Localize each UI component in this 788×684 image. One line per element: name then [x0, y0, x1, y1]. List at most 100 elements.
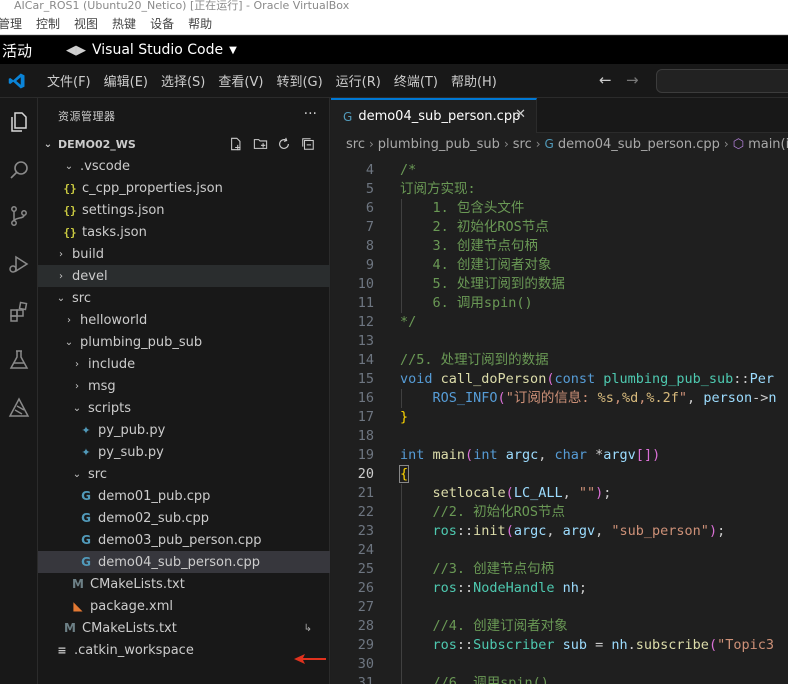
collapse-all-icon[interactable] — [300, 136, 316, 152]
run-debug-icon[interactable] — [0, 246, 38, 282]
tree-file-demo03[interactable]: G demo03_pub_person.cpp — [38, 529, 330, 551]
tree-file-py-pub[interactable]: ✦ py_pub.py — [38, 419, 330, 441]
vbox-menu-control[interactable]: 控制 — [36, 15, 60, 32]
source-control-icon[interactable] — [0, 198, 38, 234]
refresh-icon[interactable] — [276, 136, 292, 152]
code-line[interactable]: 18 — [331, 427, 788, 446]
menu-edit[interactable]: 编辑(E) — [104, 71, 148, 90]
menu-run[interactable]: 运行(R) — [336, 71, 381, 90]
tree-file-tasks[interactable]: {} tasks.json — [38, 221, 330, 243]
code-line[interactable]: 4 /* — [331, 161, 788, 180]
tree-folder-src[interactable]: ⌄ src — [38, 287, 330, 309]
code-text: 6. 调用spin() — [400, 295, 533, 311]
code-line[interactable]: 8 3. 创建节点句柄 — [331, 237, 788, 256]
tree-file-catkin-workspace[interactable]: ≡ .catkin_workspace — [38, 639, 330, 661]
code-line[interactable]: 7 2. 初始化ROS节点 — [331, 218, 788, 237]
forward-arrow-icon[interactable]: → — [626, 71, 639, 89]
tree-folder-scripts[interactable]: ⌄ scripts — [38, 397, 330, 419]
code-line[interactable]: 29 ros::Subscriber sub = nh.subscribe("T… — [331, 636, 788, 655]
code-line[interactable]: 10 5. 处理订阅到的数据 — [331, 275, 788, 294]
code-line[interactable]: 26 ros::NodeHandle nh; — [331, 579, 788, 598]
indent-guide — [401, 389, 402, 408]
vbox-menu-manage[interactable]: 管理 — [0, 15, 22, 32]
menu-selection[interactable]: 选择(S) — [161, 71, 205, 90]
code-line[interactable]: 19 int main(int argc, char *argv[]) — [331, 446, 788, 465]
tree-folder-build[interactable]: › build — [38, 243, 330, 265]
menu-go[interactable]: 转到(G) — [276, 71, 322, 90]
explorer-icon[interactable] — [0, 104, 38, 140]
code-text: void call_doPerson(const plumbing_pub_su… — [400, 371, 774, 387]
back-arrow-icon[interactable]: ← — [599, 71, 612, 89]
tree-folder-helloworld[interactable]: › helloworld — [38, 309, 330, 331]
line-number: 28 — [357, 618, 374, 634]
tree-file-demo04[interactable]: G demo04_sub_person.cpp — [38, 551, 330, 573]
tree-item-label: CMakeLists.txt — [90, 576, 185, 592]
chevron-right-icon: › — [535, 137, 541, 151]
activities-button[interactable]: 活动 — [2, 40, 62, 61]
tree-file-cmakelists-root[interactable]: M CMakeLists.txt ↳ — [38, 617, 330, 639]
code-line[interactable]: 28 //4. 创建订阅者对象 — [331, 617, 788, 636]
vbox-menu-hotkeys[interactable]: 热键 — [112, 15, 136, 32]
code-line[interactable]: 11 6. 调用spin() — [331, 294, 788, 313]
code-line[interactable]: 16 ROS_INFO("订阅的信息: %s,%d,%.2f", person-… — [331, 389, 788, 408]
tree-file-demo02[interactable]: G demo02_sub.cpp — [38, 507, 330, 529]
tree-file-demo01[interactable]: G demo01_pub.cpp — [38, 485, 330, 507]
code-line[interactable]: 30 — [331, 655, 788, 674]
vbox-menu-help[interactable]: 帮助 — [188, 15, 212, 32]
breadcrumb-item[interactable]: src — [346, 137, 365, 152]
more-actions-icon[interactable]: ··· — [304, 106, 317, 122]
tab-demo04-sub-person[interactable]: G demo04_sub_person.cpp ✕ — [331, 98, 537, 133]
tree-folder-src-inner[interactable]: ⌄ src — [38, 463, 330, 485]
tree-file-c-cpp-properties[interactable]: {} c_cpp_properties.json — [38, 177, 330, 199]
search-icon[interactable] — [0, 152, 38, 188]
tree-item-label: c_cpp_properties.json — [82, 180, 223, 196]
code-line[interactable]: 24 — [331, 541, 788, 560]
menu-help[interactable]: 帮助(H) — [451, 71, 497, 90]
testing-icon[interactable] — [0, 342, 38, 378]
code-line[interactable]: 5 订阅方实现: — [331, 180, 788, 199]
code-line[interactable]: 20 { — [331, 465, 788, 484]
ros-icon[interactable] — [0, 390, 38, 426]
code-line[interactable]: 14 //5. 处理订阅到的数据 — [331, 351, 788, 370]
tree-folder-vscode[interactable]: ⌄ .vscode — [38, 155, 330, 177]
vbox-menu-devices[interactable]: 设备 — [150, 15, 174, 32]
code-line[interactable]: 13 — [331, 332, 788, 351]
breadcrumb-item[interactable]: main(in — [748, 137, 788, 152]
code-line[interactable]: 12 */ — [331, 313, 788, 332]
menu-view[interactable]: 查看(V) — [218, 71, 263, 90]
menu-file[interactable]: 文件(F) — [47, 71, 91, 90]
tree-folder-msg[interactable]: › msg — [38, 375, 330, 397]
code-line[interactable]: 17} — [331, 408, 788, 427]
code-line[interactable]: 22 //2. 初始化ROS节点 — [331, 503, 788, 522]
new-folder-icon[interactable] — [252, 136, 268, 152]
code-line[interactable]: 15 void call_doPerson(const plumbing_pub_… — [331, 370, 788, 389]
tree-file-package-xml[interactable]: ◣ package.xml — [38, 595, 330, 617]
tree-folder-include[interactable]: › include — [38, 353, 330, 375]
tree-folder-devel[interactable]: › devel — [38, 265, 330, 287]
code-line[interactable]: 9 4. 创建订阅者对象 — [331, 256, 788, 275]
code-line[interactable]: 25 //3. 创建节点句柄 — [331, 560, 788, 579]
code-line[interactable]: 6 1. 包含头文件 — [331, 199, 788, 218]
breadcrumb-item[interactable]: demo04_sub_person.cpp — [558, 137, 720, 152]
close-icon[interactable]: ✕ — [515, 107, 526, 122]
breadcrumb-item[interactable]: src — [513, 137, 532, 152]
app-menu-button[interactable]: ◀▶ Visual Studio Code ▼ — [66, 42, 237, 58]
extensions-icon[interactable] — [0, 294, 38, 330]
code-line[interactable]: 27 — [331, 598, 788, 617]
code-line[interactable]: 23 ros::init(argc, argv, "sub_person"); — [331, 522, 788, 541]
tree-file-py-sub[interactable]: ✦ py_sub.py — [38, 441, 330, 463]
tree-folder-plumbing-pub-sub[interactable]: ⌄ plumbing_pub_sub — [38, 331, 330, 353]
tree-file-settings[interactable]: {} settings.json — [38, 199, 330, 221]
code-line[interactable]: 21 setlocale(LC_ALL, ""); — [331, 484, 788, 503]
workspace-header[interactable]: ⌄ DEMO02_WS — [38, 133, 330, 155]
tree-file-cmakelists-pkg[interactable]: M CMakeLists.txt — [38, 573, 330, 595]
code-line[interactable]: 31 //6. 调用spin() — [331, 674, 788, 684]
code-editor[interactable]: 4/* 5 订阅方实现: 6 1. 包含头文件 7 2. 初始化ROS节点 8 3. 创建… — [331, 155, 788, 684]
command-center-search[interactable] — [656, 69, 788, 93]
line-number: 5 — [365, 181, 374, 197]
breadcrumb-item[interactable]: plumbing_pub_sub — [378, 137, 500, 152]
new-file-icon[interactable] — [228, 136, 244, 152]
menu-terminal[interactable]: 终端(T) — [394, 71, 438, 90]
vbox-menu-view[interactable]: 视图 — [74, 15, 98, 32]
red-arrow-annotation-icon — [294, 654, 326, 664]
